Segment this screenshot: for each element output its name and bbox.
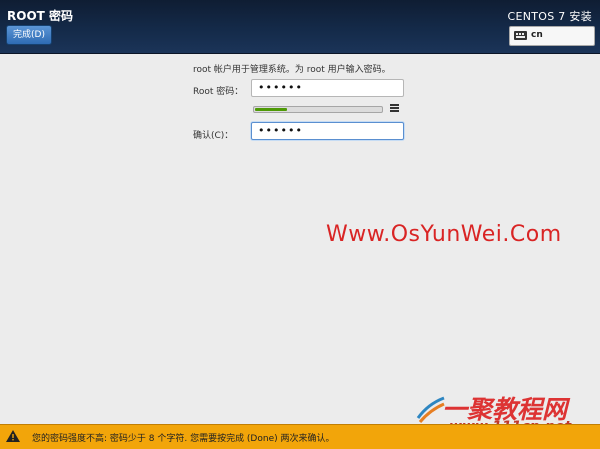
warning-text: 您的密码强度不高: 密码少于 8 个字符. 您需要按完成 (Done) 两次来确…	[32, 434, 335, 444]
warning-icon	[6, 430, 20, 442]
root-password-label: Root 密码：	[193, 87, 244, 97]
root-password-field[interactable]: ••••••	[251, 79, 404, 97]
keyboard-icon	[514, 31, 527, 40]
header-bar: ROOT 密码 完成(D) CENTOS 7 安装 cn	[0, 0, 600, 54]
confirm-password-label: 确认(C)：	[193, 131, 234, 141]
confirm-password-field[interactable]: ••••••	[251, 122, 404, 140]
password-strength-fill	[255, 108, 287, 111]
keyboard-layout-indicator[interactable]: cn	[509, 26, 595, 46]
warning-bar: 您的密码强度不高: 密码少于 8 个字符. 您需要按完成 (Done) 两次来确…	[0, 424, 600, 449]
page-title: ROOT 密码	[7, 9, 74, 23]
watermark-text: Www.OsYunWei.Com	[326, 222, 562, 247]
strength-level-icon	[390, 104, 399, 113]
site-logo: 一聚教程网 www.111cn.net	[416, 395, 598, 435]
keyboard-layout-label: cn	[531, 30, 543, 40]
password-strength-bar	[253, 106, 383, 113]
done-button[interactable]: 完成(D)	[6, 25, 52, 45]
instruction-text: root 帐户用于管理系统。为 root 用户输入密码。	[193, 65, 391, 75]
product-title: CENTOS 7 安装	[507, 10, 592, 23]
